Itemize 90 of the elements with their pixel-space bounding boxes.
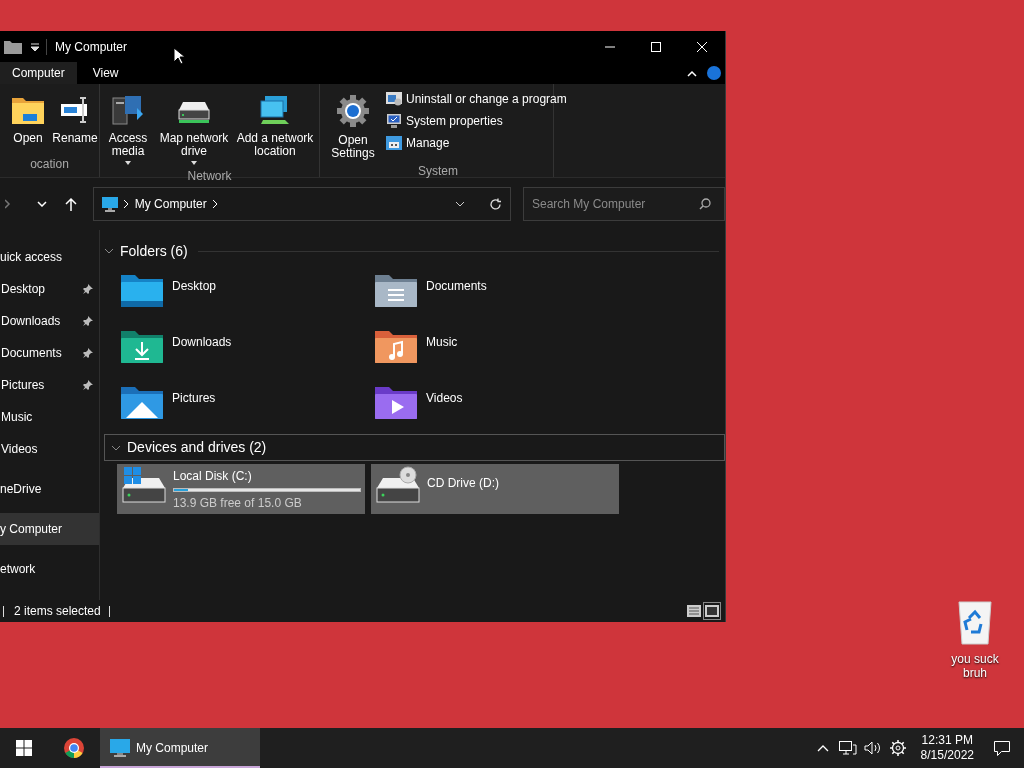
search-field[interactable]: Search My Computer xyxy=(523,187,725,221)
status-text: 2 items selected xyxy=(14,603,101,620)
downloads-folder-icon xyxy=(120,329,164,365)
program-window-icon xyxy=(386,92,402,106)
ribbon-button[interactable]: Open Settings xyxy=(326,88,380,162)
group-label: System xyxy=(417,163,459,180)
folder-item[interactable]: Pictures xyxy=(120,375,374,431)
desktop-folder-icon xyxy=(120,273,164,309)
sidebar-item[interactable]: neDrive xyxy=(0,473,99,505)
sidebar-item[interactable]: Documents xyxy=(0,337,99,369)
ribbon-button[interactable]: Access media xyxy=(103,88,153,167)
desktop-icon-label[interactable]: you suck bruh xyxy=(944,652,1006,680)
taskbar-button[interactable]: My Computer xyxy=(100,728,260,768)
sidebar-item[interactable]: Videos xyxy=(0,433,99,465)
group-label: ocation xyxy=(29,156,70,173)
start-icon[interactable] xyxy=(16,740,32,756)
refresh-icon[interactable] xyxy=(489,197,502,211)
drive-name: CD Drive (D:) xyxy=(427,475,499,492)
drive-name: Local Disk (C:) xyxy=(173,468,253,485)
collapse-icon[interactable] xyxy=(104,248,114,254)
help-icon[interactable] xyxy=(707,66,721,80)
music-folder-icon xyxy=(374,329,418,365)
folder-item[interactable]: Music xyxy=(374,319,628,375)
up-arrow-icon[interactable] xyxy=(64,197,77,211)
group-header: Folders (6) xyxy=(120,241,188,261)
ribbon-button[interactable]: Map network drive xyxy=(155,88,233,167)
clock[interactable]: 12:31 PM 8/15/2022 xyxy=(914,728,980,768)
documents-folder-icon xyxy=(374,273,418,309)
view-button[interactable] xyxy=(685,602,703,620)
recent-locations-icon[interactable] xyxy=(36,201,47,207)
chevron-up-icon[interactable] xyxy=(817,744,830,752)
ribbon-button[interactable]: Uninstall or change a program xyxy=(384,88,569,110)
details-view-icon xyxy=(687,605,701,617)
window-title: My Computer xyxy=(55,38,128,56)
ribbon-button[interactable]: System properties xyxy=(384,110,569,132)
pictures-folder-icon xyxy=(120,385,164,421)
collapse-ribbon-icon[interactable] xyxy=(687,69,697,77)
customize-toolbar-icon[interactable] xyxy=(30,41,40,52)
folder-icon[interactable] xyxy=(4,39,22,54)
sidebar-item[interactable]: Downloads xyxy=(0,305,99,337)
folder-item[interactable]: Downloads xyxy=(120,319,374,375)
large-icons-view-icon xyxy=(705,605,719,617)
ribbon-button[interactable]: Rename xyxy=(49,88,101,147)
date-text: 8/15/2022 xyxy=(920,748,974,763)
sidebar-item[interactable]: y Computer xyxy=(0,513,99,545)
ribbon-button[interactable]: Manage xyxy=(384,132,569,154)
videos-folder-icon xyxy=(374,385,418,421)
ribbon-button[interactable]: Open xyxy=(9,88,47,147)
dropdown-icon[interactable] xyxy=(455,201,465,207)
group-label: Network xyxy=(186,168,233,185)
ribbon-tab[interactable]: View xyxy=(80,62,131,84)
volume-icon[interactable] xyxy=(864,741,883,755)
folder-item[interactable]: Desktop xyxy=(120,263,374,319)
monitor-check-icon xyxy=(386,114,402,128)
search-icon xyxy=(699,198,711,210)
breadcrumb[interactable]: My Computer xyxy=(134,195,207,213)
ribbon-button[interactable]: Add a network location xyxy=(235,88,315,160)
browser-icon[interactable] xyxy=(63,737,85,759)
folder-item[interactable]: Documents xyxy=(374,263,628,319)
ribbon-tab[interactable]: Computer xyxy=(0,62,77,84)
hard-drive-icon xyxy=(121,466,167,506)
close-icon[interactable] xyxy=(697,41,707,52)
folder-item[interactable]: Videos xyxy=(374,375,628,431)
time-text: 12:31 PM xyxy=(921,733,973,748)
address-bar[interactable]: My Computer xyxy=(92,187,511,221)
drive-tile[interactable]: Local Disk (C:) 13.9 GB free of 15.0 GB xyxy=(117,464,365,514)
settings-icon[interactable] xyxy=(890,740,907,756)
network-icon[interactable] xyxy=(839,741,858,755)
recycle-bin-icon[interactable] xyxy=(957,600,993,646)
sidebar-item[interactable]: Desktop xyxy=(0,273,99,305)
group-header[interactable]: Devices and drives (2) xyxy=(104,434,725,461)
notifications-icon[interactable] xyxy=(994,740,1010,756)
sidebar-item[interactable]: uick access xyxy=(0,241,99,273)
sidebar-item[interactable]: Music xyxy=(0,401,99,433)
sidebar-item[interactable]: etwork xyxy=(0,553,99,585)
collapse-icon[interactable] xyxy=(111,444,121,451)
chevron-icon xyxy=(123,200,129,208)
maximize-icon[interactable] xyxy=(651,41,661,52)
computer-tower-icon xyxy=(111,94,145,126)
cd-drive-icon xyxy=(375,466,421,506)
forward-icon[interactable] xyxy=(4,199,11,209)
computer-manage-icon xyxy=(386,136,402,150)
sidebar-item[interactable]: Pictures xyxy=(0,369,99,401)
drive-tile[interactable]: CD Drive (D:) xyxy=(371,464,619,514)
monitor-icon xyxy=(110,739,130,757)
settings-icon xyxy=(336,94,370,128)
monitor-icon xyxy=(101,196,118,212)
view-button[interactable] xyxy=(703,602,721,620)
chevron-icon xyxy=(212,200,218,208)
drive-capacity: 13.9 GB free of 15.0 GB xyxy=(173,495,303,512)
